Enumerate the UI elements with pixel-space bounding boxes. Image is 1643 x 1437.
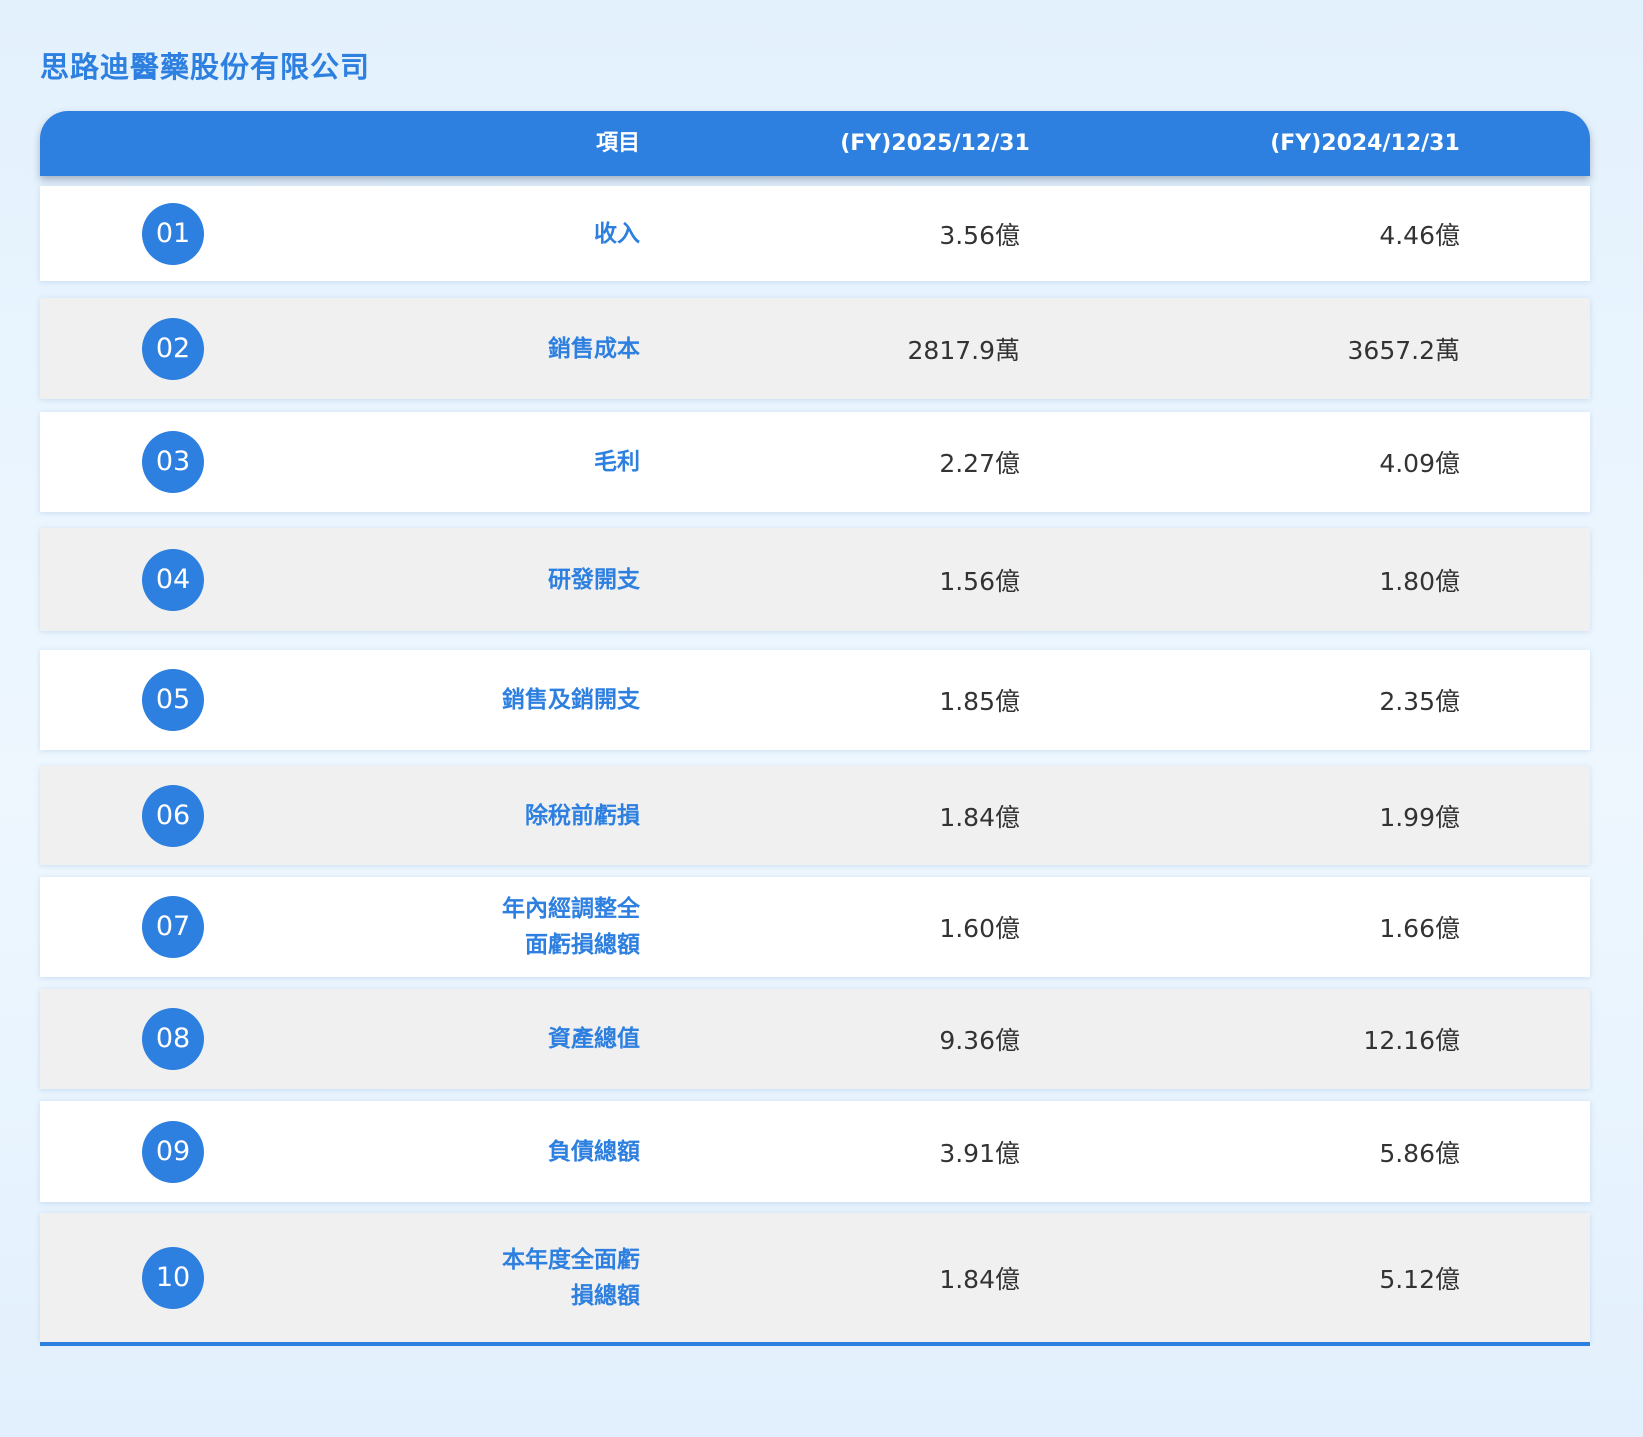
- row-number-badge: 08: [142, 1008, 204, 1070]
- table-bottom-rule: [40, 1342, 1590, 1346]
- table-row: 08 資產總值 9.36億 12.16億: [40, 989, 1590, 1089]
- row-number-badge: 06: [142, 784, 204, 847]
- row-number-badge: 05: [142, 669, 204, 731]
- row-number-badge: 10: [142, 1246, 204, 1309]
- row-value-2025: 3.91億: [939, 1138, 1020, 1168]
- row-number-badge: 02: [142, 317, 204, 380]
- row-value-2024: 1.66億: [1379, 914, 1460, 943]
- row-item-label: 負債總額: [548, 1138, 640, 1165]
- table-row: 01 收入 3.56億 4.46億: [40, 186, 1590, 281]
- header-year2: (FY)2024/12/31: [1270, 131, 1460, 156]
- row-item-label: 毛利: [594, 449, 640, 475]
- row-value-2025: 2817.9萬: [907, 335, 1020, 365]
- row-item-label: 研發開支: [548, 566, 640, 593]
- row-value-2025: 1.56億: [939, 566, 1020, 596]
- row-value-2025: 1.84億: [939, 1264, 1020, 1294]
- header-item: 項目: [595, 131, 640, 156]
- row-item-label: 銷售成本: [548, 335, 640, 362]
- row-item-label: 除稅前虧損: [525, 802, 640, 829]
- table-row: 09 負債總額 3.91億 5.86億: [40, 1101, 1590, 1202]
- row-value-2024: 12.16億: [1363, 1026, 1460, 1055]
- row-value-2024: 3657.2萬: [1347, 335, 1460, 365]
- row-value-2024: 1.99億: [1379, 802, 1460, 832]
- row-value-2024: 4.46億: [1379, 220, 1460, 250]
- header-year1: (FY)2025/12/31: [840, 131, 1030, 156]
- row-number-badge: 03: [142, 431, 204, 493]
- financial-table: 項目 (FY)2025/12/31 (FY)2024/12/31 01 收入 3…: [40, 111, 1590, 1346]
- table-row: 04 研發開支 1.56億 1.80億: [40, 528, 1590, 631]
- row-item-label: 本年度全面虧損總額: [502, 1246, 640, 1309]
- table-row: 10 本年度全面虧損總額 1.84億 5.12億: [40, 1213, 1590, 1342]
- table-row: 07 年內經調整全面虧損總額 1.60億 1.66億: [40, 877, 1590, 977]
- table-row: 02 銷售成本 2817.9萬 3657.2萬: [40, 298, 1590, 399]
- row-value-2024: 5.86億: [1379, 1138, 1460, 1168]
- row-number-badge: 04: [142, 548, 204, 611]
- table-row: 03 毛利 2.27億 4.09億: [40, 412, 1590, 512]
- row-item-label: 收入: [594, 220, 640, 247]
- row-value-2025: 1.60億: [939, 914, 1020, 943]
- table-row: 06 除稅前虧損 1.84億 1.99億: [40, 766, 1590, 865]
- row-value-2024: 5.12億: [1379, 1264, 1460, 1294]
- row-value-2025: 1.85億: [939, 687, 1020, 716]
- row-item-label: 資產總值: [548, 1026, 640, 1052]
- row-item-label: 年內經調整全面虧損總額: [502, 896, 640, 958]
- row-number-badge: 09: [142, 1120, 204, 1183]
- page-title: 思路迪醫藥股份有限公司: [40, 50, 371, 84]
- row-number-badge: 01: [142, 202, 204, 265]
- row-value-2025: 3.56億: [939, 220, 1020, 250]
- row-value-2025: 9.36億: [939, 1026, 1020, 1055]
- table-header: 項目 (FY)2025/12/31 (FY)2024/12/31: [40, 111, 1590, 176]
- row-value-2025: 1.84億: [939, 802, 1020, 832]
- row-number-badge: 07: [142, 896, 204, 958]
- row-item-label: 銷售及銷開支: [502, 687, 640, 713]
- row-value-2024: 1.80億: [1379, 566, 1460, 596]
- table-row: 05 銷售及銷開支 1.85億 2.35億: [40, 650, 1590, 750]
- row-value-2024: 2.35億: [1379, 687, 1460, 716]
- row-value-2024: 4.09億: [1379, 449, 1460, 478]
- row-value-2025: 2.27億: [939, 449, 1020, 478]
